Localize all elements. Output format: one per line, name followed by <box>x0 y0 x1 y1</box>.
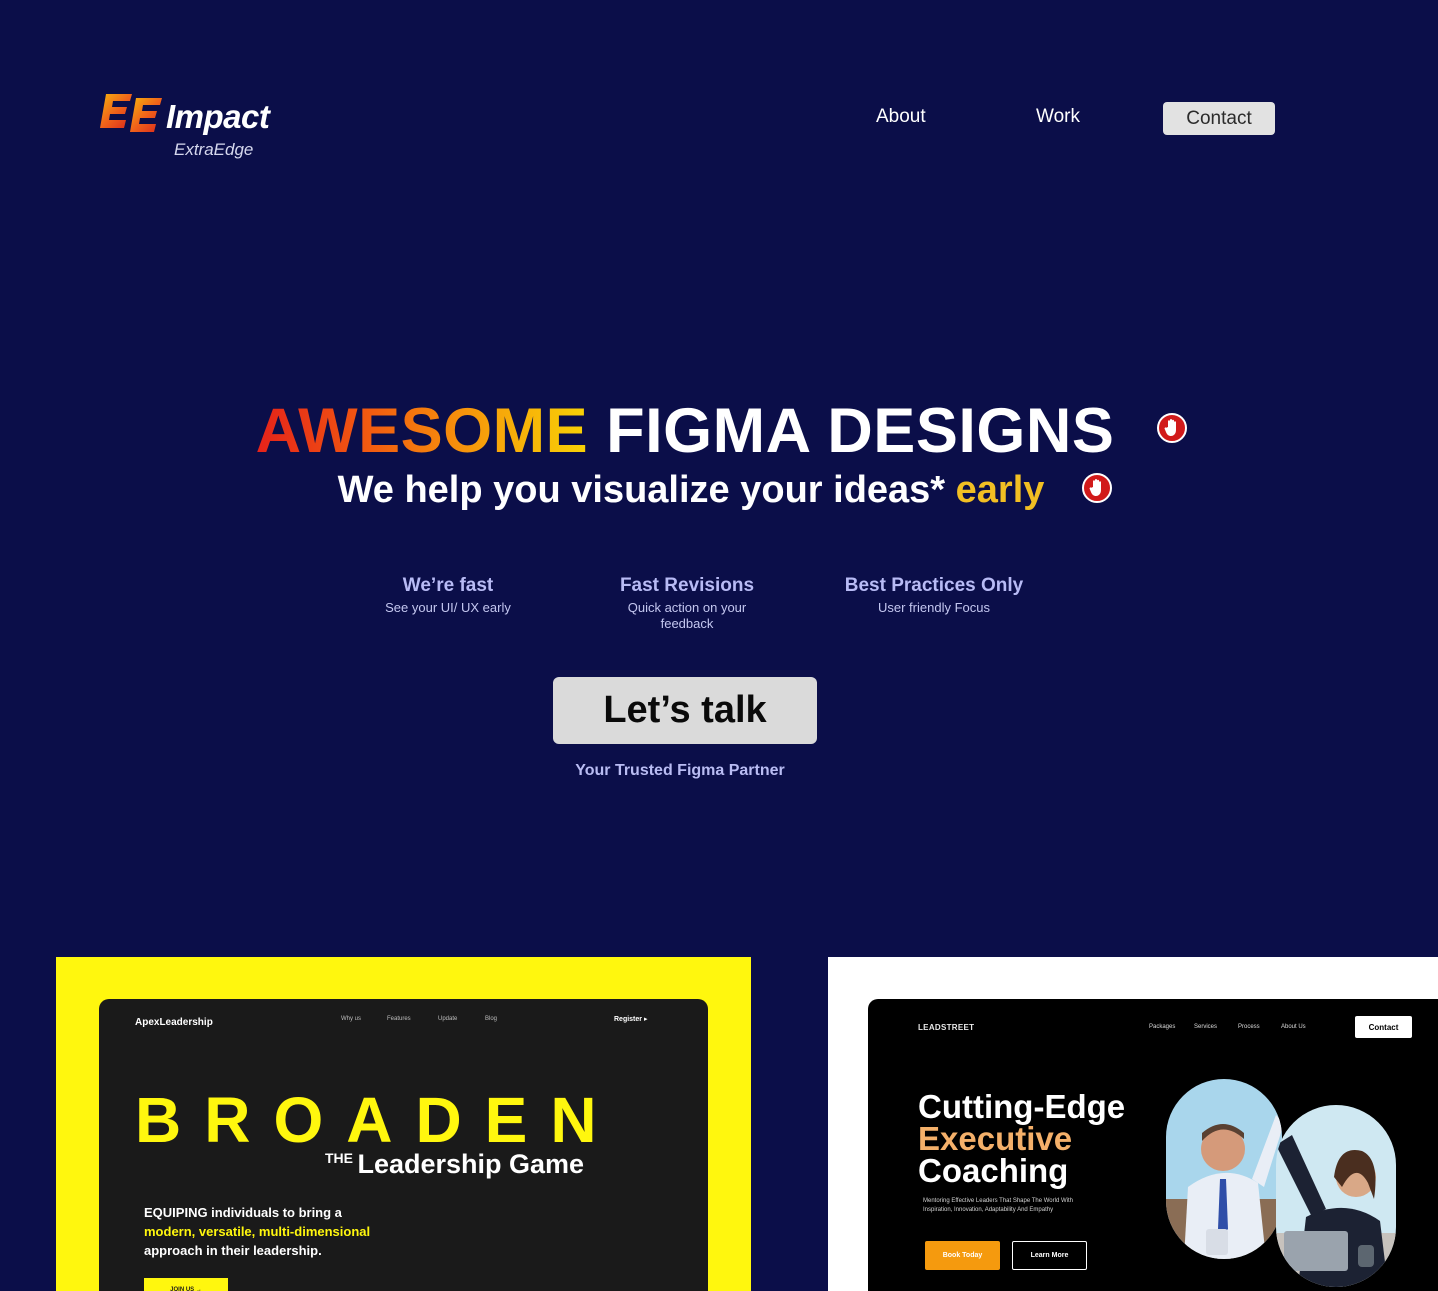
apex-headline: BROADEN <box>135 1084 620 1156</box>
feature-revisions: Fast Revisions Quick action on your feed… <box>607 574 767 632</box>
apex-nav-item: Why us <box>341 1016 362 1022</box>
logo-subtitle: ExtraEdge <box>174 140 254 159</box>
lead-headline: Cutting-Edge Executive Coaching <box>918 1088 1126 1189</box>
apex-copy: EQUIPING individuals to bring a modern, … <box>144 1203 370 1260</box>
brand-logo[interactable]: Impact ExtraEdge <box>100 88 300 168</box>
lead-nav-item: Packages <box>1149 1024 1176 1030</box>
feature-fast: We’re fast See your UI/ UX early <box>368 574 528 616</box>
lead-description: Mentoring Effective Leaders That Shape T… <box>923 1197 1123 1215</box>
feature-desc: See your UI/ UX early <box>385 600 511 615</box>
portfolio-card-leadstreet[interactable]: LEADSTREET Packages Services Process Abo… <box>828 957 1438 1291</box>
apex-brand: ApexLeadership <box>135 1017 213 1028</box>
lead-nav-item: Services <box>1194 1024 1218 1030</box>
lets-talk-button[interactable]: Let’s talk <box>553 677 817 744</box>
nav-work[interactable]: Work <box>1036 106 1080 128</box>
hand-stop-icon[interactable] <box>1157 413 1187 443</box>
hero-title-gradient: AWESOME <box>255 396 589 466</box>
feature-desc: Quick action on your feedback <box>627 600 747 631</box>
logo-name: Impact <box>166 98 270 135</box>
lead-headline-line: Cutting-Edge <box>918 1088 1126 1125</box>
hero-title-rest: FIGMA DESIGNS <box>606 396 1115 466</box>
feature-desc: User friendly Focus <box>878 600 990 615</box>
logo-ee-icon <box>100 94 162 132</box>
apex-copy-line: modern, versatile, multi-dimensional <box>144 1224 371 1239</box>
nav-contact-button[interactable]: Contact <box>1163 102 1275 135</box>
hand-stop-icon[interactable] <box>1082 473 1112 503</box>
nav-about[interactable]: About <box>876 106 926 128</box>
apex-mockup: ApexLeadership Why us Features Update Bl… <box>99 999 708 1291</box>
lead-desc-line: Inspiration, Innovation, Adaptability An… <box>923 1207 1054 1213</box>
lead-brand: LEADSTREET <box>918 1023 975 1032</box>
coach-photo-woman <box>1276 1105 1396 1287</box>
apex-copy-line: EQUIPING individuals to bring a <box>144 1205 342 1220</box>
lead-nav-item: About Us <box>1281 1024 1306 1030</box>
apex-copy-line: approach in their leadership. <box>144 1243 322 1258</box>
lead-headline-line: Executive <box>918 1120 1073 1157</box>
hero-subtitle-main: We help you visualize your ideas* <box>337 469 946 511</box>
lead-book-button: Book Today <box>925 1241 1000 1270</box>
apex-nav-item: Blog <box>485 1016 498 1022</box>
feature-title: Fast Revisions <box>619 575 755 596</box>
hero-subtitle: We help you visualize your ideas* early <box>0 468 1382 512</box>
leadstreet-mockup: LEADSTREET Packages Services Process Abo… <box>868 999 1438 1291</box>
coach-photo-man <box>1166 1079 1282 1259</box>
feature-title: Best Practices Only <box>844 575 1024 596</box>
hero-subtitle-accent: early <box>955 469 1045 511</box>
lead-learn-button: Learn More <box>1012 1241 1087 1270</box>
tagline: Your Trusted Figma Partner <box>575 762 785 779</box>
apex-the: THE <box>325 1150 353 1166</box>
hand-stop-icon <box>1089 479 1101 496</box>
portfolio-card-apex[interactable]: ApexLeadership Why us Features Update Bl… <box>56 957 751 1291</box>
apex-subheadline: THE Leadership Game <box>325 1149 584 1180</box>
lead-nav-item: Process <box>1238 1024 1260 1030</box>
apex-nav-item: Features <box>387 1016 411 1022</box>
apex-join-button: JOIN US → <box>144 1278 228 1291</box>
feature-best-practices: Best Practices Only User friendly Focus <box>834 574 1034 616</box>
feature-title: We’re fast <box>402 575 494 596</box>
lead-headline-line: Coaching <box>918 1152 1069 1189</box>
apex-register: Register ▸ <box>614 1016 648 1023</box>
hand-stop-icon <box>1164 419 1176 436</box>
lead-desc-line: Mentoring Effective Leaders That Shape T… <box>923 1198 1073 1204</box>
lead-contact-button: Contact <box>1355 1016 1412 1038</box>
apex-nav-item: Update <box>438 1016 458 1022</box>
apex-leadership-game: Leadership Game <box>357 1149 585 1179</box>
